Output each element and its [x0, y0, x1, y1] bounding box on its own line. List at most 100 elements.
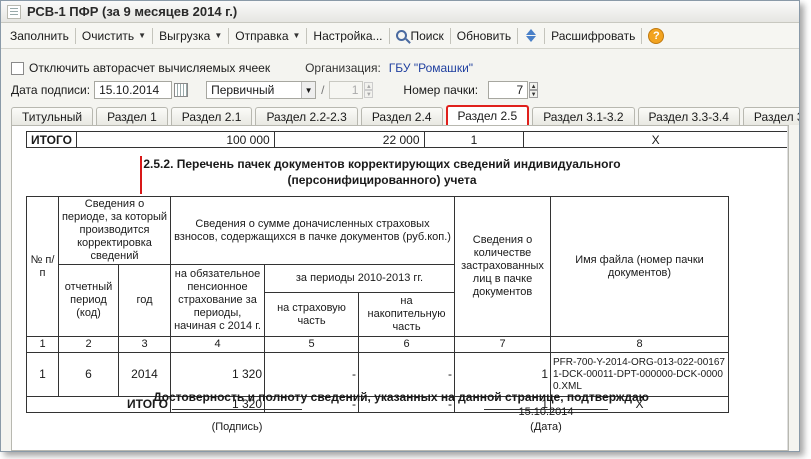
- clear-button[interactable]: Очистить ▼: [77, 26, 151, 46]
- arrow-down-icon: ▼: [364, 90, 374, 98]
- arrow-up-icon: ▲: [364, 82, 374, 90]
- search-label: Поиск: [410, 28, 444, 43]
- header-sum-2010: за периоды 2010-2013 гг.: [264, 264, 455, 293]
- tab-section-2-5[interactable]: Раздел 2.5: [445, 105, 530, 125]
- toolbar-divider: [228, 27, 230, 44]
- arrow-up-icon[interactable]: ▲: [529, 82, 539, 90]
- date-caption: (Дата): [530, 421, 562, 433]
- tab-section-1[interactable]: Раздел 1: [96, 107, 168, 125]
- confirmation-date[interactable]: 15.10.2014: [484, 406, 608, 418]
- total-cell: 22 000: [273, 131, 425, 148]
- tab-section-3-3-3-4[interactable]: Раздел 3.3-3.4: [637, 107, 740, 125]
- total-cell: 1: [423, 131, 525, 148]
- correction-stepper: ▲ ▼: [364, 82, 374, 98]
- toolbar-divider: [544, 27, 546, 44]
- column-number: 2: [58, 336, 119, 353]
- header-sum: Сведения о сумме доначисленных страховых…: [170, 196, 455, 265]
- column-number: 4: [170, 336, 265, 353]
- tab-section-2-2-2-3[interactable]: Раздел 2.2-2.3: [255, 107, 358, 125]
- header-period-quarter: отчетный период (код): [58, 264, 119, 337]
- tab-section-2-1[interactable]: Раздел 2.1: [170, 107, 253, 125]
- sign-date-value: 15.10.2014: [99, 83, 160, 97]
- pack-number-stepper[interactable]: ▲ ▼: [529, 82, 539, 98]
- chevron-down-icon: ▼: [214, 31, 223, 40]
- export-label: Выгрузка: [159, 28, 211, 43]
- section-tabs: Титульный Раздел 1 Раздел 2.1 Раздел 2.2…: [11, 105, 799, 125]
- search-icon: [395, 30, 407, 41]
- pack-number-label: Номер пачки:: [403, 83, 479, 97]
- toolbar: Заполнить Очистить ▼ Выгрузка ▼ Отправка ▼ …: [1, 23, 799, 49]
- tab-section-3-1-3-2[interactable]: Раздел 3.1-3.2: [532, 107, 635, 125]
- arrow-down-icon[interactable]: ▼: [529, 90, 539, 98]
- refresh-button[interactable]: Обновить: [452, 26, 516, 46]
- header-sum-insurance: на страховую часть: [264, 292, 359, 337]
- date-line: [484, 409, 608, 410]
- params-row: Дата подписи: 15.10.2014 Первичный ▼ / 1…: [11, 80, 791, 100]
- toolbar-divider: [641, 27, 643, 44]
- section-title: 2.5.2. Перечень пачек документов коррект…: [132, 156, 632, 188]
- tab-title-page[interactable]: Титульный: [11, 107, 94, 125]
- fill-label: Заполнить: [10, 28, 69, 43]
- org-label: Организация:: [305, 61, 381, 75]
- export-button[interactable]: Выгрузка ▼: [154, 26, 227, 46]
- autocalc-label: Отключить авторасчет вычисляемых ячеек: [29, 61, 271, 75]
- signature-caption: (Подпись): [211, 421, 263, 433]
- options-row: Отключить авторасчет вычисляемых ячеек О…: [11, 59, 791, 77]
- column-number: 8: [550, 336, 729, 353]
- decode-button[interactable]: Расшифровать: [546, 26, 640, 46]
- report-type-value: Первичный: [211, 83, 275, 97]
- chevron-down-icon: ▼: [138, 31, 147, 40]
- form-content: ИТОГО 100 000 22 000 1 X 2.5.2. Перечень…: [11, 125, 789, 451]
- sign-date-field[interactable]: 15.10.2014: [94, 81, 173, 99]
- report-window: РСВ-1 ПФР (за 9 месяцев 2014 г.) Заполни…: [0, 0, 800, 452]
- clear-label: Очистить: [81, 28, 135, 43]
- total-cell: 100 000: [75, 131, 275, 148]
- pack-number-field[interactable]: 7: [488, 81, 529, 99]
- toolbar-divider: [74, 27, 76, 44]
- toolbar-divider: [517, 27, 519, 44]
- help-button[interactable]: ?: [643, 26, 669, 46]
- column-number: 6: [358, 336, 455, 353]
- refresh-label: Обновить: [456, 28, 512, 43]
- window-title: РСВ-1 ПФР (за 9 месяцев 2014 г.): [27, 4, 238, 19]
- total-cell: X: [523, 131, 788, 148]
- toolbar-divider: [449, 27, 451, 44]
- column-number: 1: [26, 336, 59, 353]
- content-edge: [787, 126, 788, 450]
- correction-packs-table: № п/п Сведения о периоде, за который про…: [26, 196, 729, 413]
- chevron-down-icon: ▼: [292, 31, 301, 40]
- sign-date-label: Дата подписи:: [11, 83, 91, 97]
- signature-line: [172, 409, 302, 410]
- settings-button[interactable]: Настройка...: [308, 26, 387, 46]
- org-link[interactable]: ГБУ "Ромашки": [389, 61, 473, 75]
- report-type-select[interactable]: Первичный ▼: [206, 81, 317, 99]
- decode-label: Расшифровать: [551, 28, 636, 43]
- column-number: 5: [264, 336, 359, 353]
- settings-label: Настройка...: [313, 28, 383, 43]
- calendar-icon[interactable]: [174, 83, 189, 97]
- search-button[interactable]: Поиск: [391, 26, 449, 46]
- correction-number-field: 1: [329, 81, 364, 99]
- section-title-line: 2.5.2. Перечень пачек документов коррект…: [143, 157, 621, 171]
- previous-total-row: ИТОГО 100 000 22 000 1 X: [26, 131, 788, 148]
- title-bar: РСВ-1 ПФР (за 9 месяцев 2014 г.): [1, 1, 799, 23]
- sort-button[interactable]: [519, 26, 543, 46]
- header-sum-2014: на обязательное пенсионное страхование з…: [170, 264, 265, 337]
- tab-section-3-5-3-6[interactable]: Раздел 3.5-3.6: [742, 107, 799, 125]
- send-button[interactable]: Отправка ▼: [230, 26, 305, 46]
- tab-section-2-4[interactable]: Раздел 2.4: [360, 107, 443, 125]
- total-label: ИТОГО: [26, 131, 77, 148]
- section-title-line: (персонифицированного) учета: [287, 173, 477, 187]
- send-label: Отправка: [235, 28, 289, 43]
- header-sum-funded: на накопительную часть: [358, 292, 455, 337]
- column-number: 7: [454, 336, 551, 353]
- column-number: 3: [118, 336, 171, 353]
- slash-separator: /: [321, 83, 325, 97]
- help-icon: ?: [648, 27, 665, 44]
- header-period: Сведения о периоде, за который производи…: [58, 196, 171, 265]
- chevron-down-icon[interactable]: ▼: [301, 82, 316, 98]
- toolbar-divider: [152, 27, 154, 44]
- autocalc-checkbox[interactable]: [11, 61, 24, 75]
- document-icon: [7, 4, 21, 19]
- fill-button[interactable]: Заполнить: [5, 26, 74, 46]
